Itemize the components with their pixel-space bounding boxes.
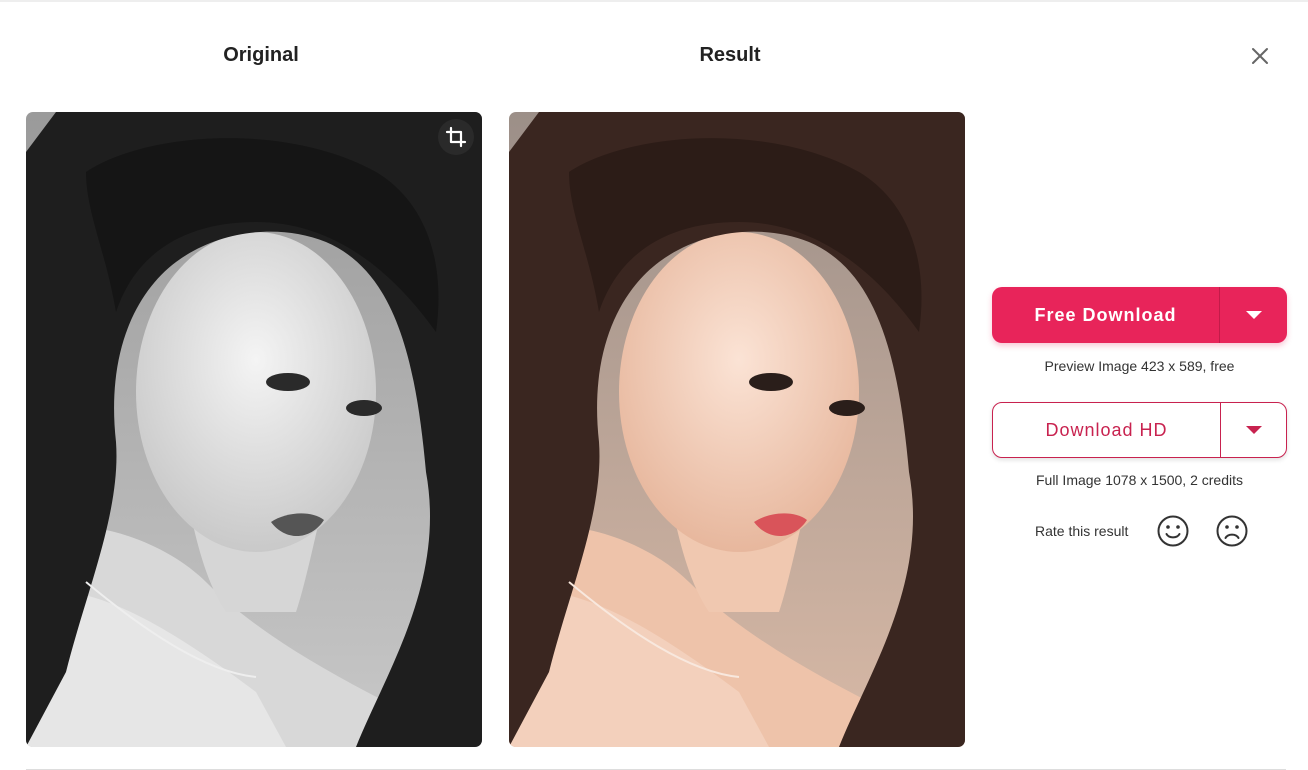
download-hd-dropdown-button[interactable]: [1220, 403, 1286, 457]
crop-icon: [445, 126, 467, 148]
result-image: [509, 112, 965, 747]
free-download-dropdown-button[interactable]: [1219, 287, 1287, 343]
download-hd-split-button[interactable]: Download HD: [992, 402, 1287, 458]
rating-row: Rate this result: [1035, 514, 1274, 548]
caret-down-icon: [1245, 311, 1262, 319]
original-column-title: Original: [223, 44, 299, 66]
full-image-caption: Full Image 1078 x 1500, 2 credits: [1035, 472, 1243, 488]
free-download-split-button[interactable]: Free Download: [992, 287, 1287, 343]
original-image: [26, 112, 482, 747]
caret-down-icon: [1245, 426, 1262, 434]
free-download-button[interactable]: Free Download: [992, 287, 1219, 343]
crop-button[interactable]: [438, 119, 474, 155]
rate-result-label: Rate this result: [1035, 523, 1129, 539]
comparison-dialog: Original Result Free Download Preview Im…: [0, 0, 1308, 770]
result-column-title: Result: [699, 44, 761, 66]
download-hd-button[interactable]: Download HD: [993, 403, 1220, 457]
sad-face-icon[interactable]: [1215, 514, 1249, 548]
close-icon: [1252, 48, 1268, 64]
close-button[interactable]: [1244, 40, 1276, 72]
preview-image-caption: Preview Image 423 x 589, free: [1044, 358, 1235, 374]
smiley-face-icon[interactable]: [1156, 514, 1190, 548]
